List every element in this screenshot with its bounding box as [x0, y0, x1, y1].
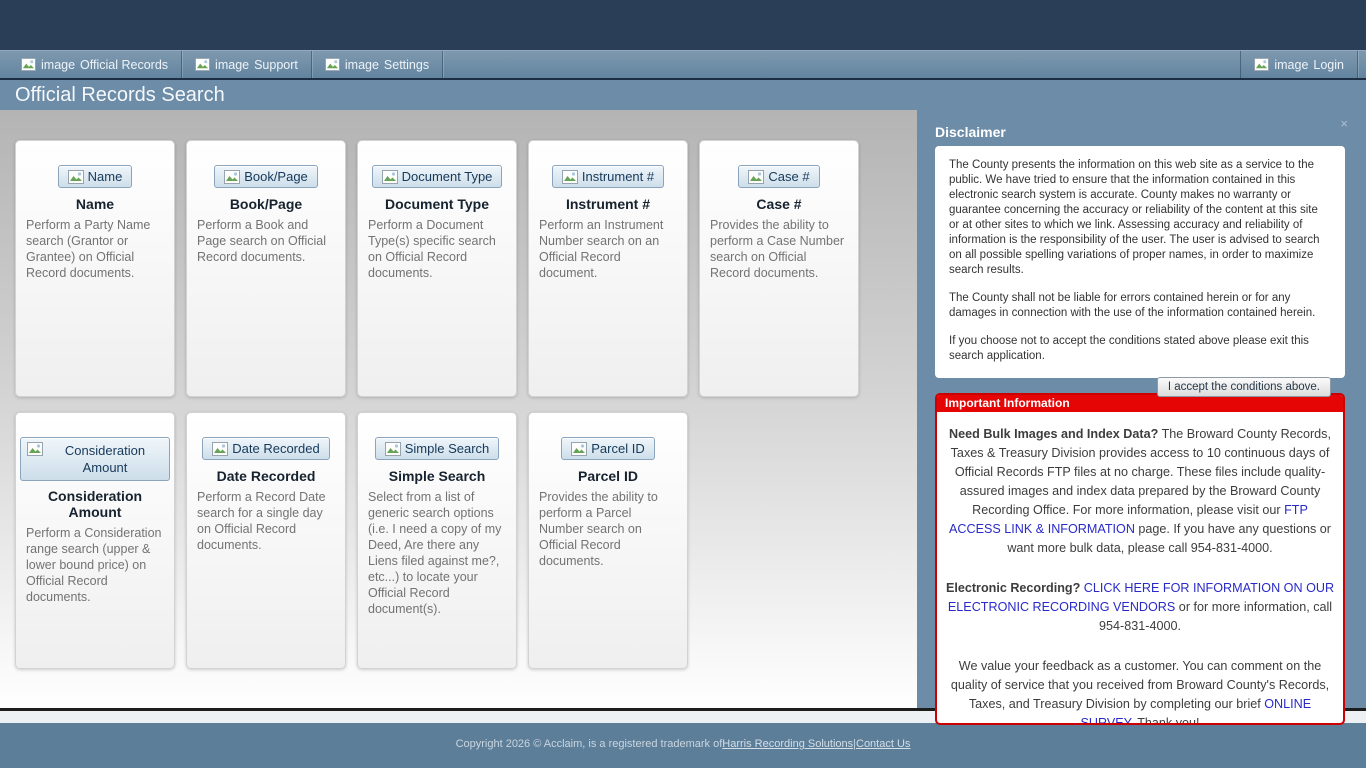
close-icon[interactable]: × — [1340, 116, 1348, 131]
nav-alt-text: image — [1274, 58, 1308, 72]
page-title: Official Records Search — [15, 84, 225, 107]
cards-grid: Name Name Perform a Party Name search (G… — [0, 110, 917, 669]
card-description: Provides the ability to perform a Parcel… — [529, 489, 687, 569]
erecording-lead: Electronic Recording? — [946, 581, 1084, 595]
main-area: Name Name Perform a Party Name search (G… — [0, 110, 1366, 711]
nav-alt-text: image — [215, 58, 249, 72]
disclaimer-paragraph: The County shall not be liable for error… — [949, 291, 1331, 321]
search-card-parcel-id[interactable]: Parcel ID Parcel ID Provides the ability… — [528, 412, 688, 669]
copyright-text: Copyright 2026 © Acclaim, is a registere… — [456, 738, 723, 750]
button-label: Simple Search — [405, 441, 490, 456]
feedback-text-after: . Thank you! — [1130, 716, 1199, 725]
nav-item-support[interactable]: image Support — [182, 51, 312, 78]
nav-alt-text: image — [41, 58, 75, 72]
nav-item-login[interactable]: image Login — [1240, 51, 1358, 78]
main-nav: image Official Records image Support ima… — [0, 50, 1366, 78]
button-label: Case # — [768, 169, 809, 184]
consideration-amount-search-button[interactable]: Consideration Amount — [20, 437, 170, 481]
nav-item-label: Login — [1313, 58, 1344, 72]
card-title: Simple Search — [364, 468, 510, 484]
parcel-id-search-button[interactable]: Parcel ID — [561, 437, 654, 460]
contact-us-link[interactable]: Contact Us — [856, 738, 910, 750]
button-label: Document Type — [402, 169, 493, 184]
broken-image-icon — [748, 170, 764, 184]
important-information-heading: Important Information — [937, 395, 1343, 412]
simple-search-button[interactable]: Simple Search — [375, 437, 500, 460]
broken-image-icon — [385, 442, 401, 456]
bulk-data-lead: Need Bulk Images and Index Data? — [949, 427, 1158, 441]
broken-image-icon — [195, 58, 210, 71]
search-card-instrument[interactable]: Instrument # Instrument # Perform an Ins… — [528, 140, 688, 397]
broken-image-icon — [68, 170, 84, 184]
button-label: Book/Page — [244, 169, 308, 184]
card-description: Perform a Document Type(s) specific sear… — [358, 217, 516, 281]
card-description: Perform an Instrument Number search on a… — [529, 217, 687, 281]
title-bar: Official Records Search — [0, 80, 1366, 110]
search-card-simple-search[interactable]: Simple Search Simple Search Select from … — [357, 412, 517, 669]
document-type-search-button[interactable]: Document Type — [372, 165, 503, 188]
card-description: Perform a Consideration range search (up… — [16, 525, 174, 605]
card-title: Book/Page — [193, 196, 339, 212]
instrument-search-button[interactable]: Instrument # — [552, 165, 664, 188]
card-title: Parcel ID — [535, 468, 681, 484]
card-title: Name — [22, 196, 168, 212]
card-description: Perform a Party Name search (Grantor or … — [16, 217, 174, 281]
card-description: Perform a Book and Page search on Offici… — [187, 217, 345, 265]
broken-image-icon — [21, 58, 36, 71]
info-sidebar: × Disclaimer The County presents the inf… — [917, 110, 1366, 708]
broken-image-icon — [224, 170, 240, 184]
date-recorded-search-button[interactable]: Date Recorded — [202, 437, 329, 460]
card-description: Select from a list of generic search opt… — [358, 489, 516, 617]
search-card-consideration-amount[interactable]: Consideration Amount Consideration Amoun… — [15, 412, 175, 669]
broken-image-icon — [27, 442, 43, 456]
nav-alt-text: image — [345, 58, 379, 72]
search-card-document-type[interactable]: Document Type Document Type Perform a Do… — [357, 140, 517, 397]
card-title: Consideration Amount — [22, 488, 168, 520]
broken-image-icon — [1254, 58, 1269, 71]
button-label: Date Recorded — [232, 441, 319, 456]
broken-image-icon — [382, 170, 398, 184]
harris-recording-solutions-link[interactable]: Harris Recording Solutions — [722, 738, 853, 750]
important-information-panel: Important Information Need Bulk Images a… — [935, 393, 1345, 725]
bulk-data-paragraph: Need Bulk Images and Index Data? The Bro… — [945, 425, 1335, 558]
search-cards-area: Name Name Perform a Party Name search (G… — [0, 110, 917, 708]
search-card-book-page[interactable]: Book/Page Book/Page Perform a Book and P… — [186, 140, 346, 397]
disclaimer-heading: Disclaimer — [935, 124, 1345, 140]
nav-item-label: Settings — [384, 58, 429, 72]
disclaimer-panel: The County presents the information on t… — [935, 146, 1345, 378]
card-title: Date Recorded — [193, 468, 339, 484]
case-search-button[interactable]: Case # — [738, 165, 819, 188]
nav-item-settings[interactable]: image Settings — [312, 51, 443, 78]
disclaimer-paragraph: The County presents the information on t… — [949, 158, 1331, 278]
nav-item-label: Support — [254, 58, 298, 72]
button-label: Instrument # — [582, 169, 654, 184]
nav-item-official-records[interactable]: image Official Records — [8, 51, 182, 78]
card-title: Case # — [706, 196, 852, 212]
card-description: Provides the ability to perform a Case N… — [700, 217, 858, 281]
search-card-date-recorded[interactable]: Date Recorded Date Recorded Perform a Re… — [186, 412, 346, 669]
top-banner — [0, 0, 1366, 50]
broken-image-icon — [562, 170, 578, 184]
feedback-paragraph: We value your feedback as a customer. Yo… — [945, 657, 1335, 725]
broken-image-icon — [212, 442, 228, 456]
nav-item-label: Official Records — [80, 58, 168, 72]
footer-bar: Copyright 2026 © Acclaim, is a registere… — [0, 723, 1366, 765]
accept-conditions-button[interactable]: I accept the conditions above. — [1157, 377, 1331, 397]
button-label: Consideration Amount — [47, 442, 163, 476]
search-card-case[interactable]: Case # Case # Provides the ability to pe… — [699, 140, 859, 397]
book-page-search-button[interactable]: Book/Page — [214, 165, 318, 188]
card-title: Document Type — [364, 196, 510, 212]
button-label: Parcel ID — [591, 441, 644, 456]
card-title: Instrument # — [535, 196, 681, 212]
button-label: Name — [88, 169, 123, 184]
erecording-paragraph: Electronic Recording? CLICK HERE FOR INF… — [945, 579, 1335, 636]
card-description: Perform a Record Date search for a singl… — [187, 489, 345, 553]
name-search-button[interactable]: Name — [58, 165, 133, 188]
search-card-name[interactable]: Name Name Perform a Party Name search (G… — [15, 140, 175, 397]
disclaimer-paragraph: If you choose not to accept the conditio… — [949, 334, 1331, 364]
broken-image-icon — [571, 442, 587, 456]
important-information-body: Need Bulk Images and Index Data? The Bro… — [937, 412, 1343, 725]
broken-image-icon — [325, 58, 340, 71]
